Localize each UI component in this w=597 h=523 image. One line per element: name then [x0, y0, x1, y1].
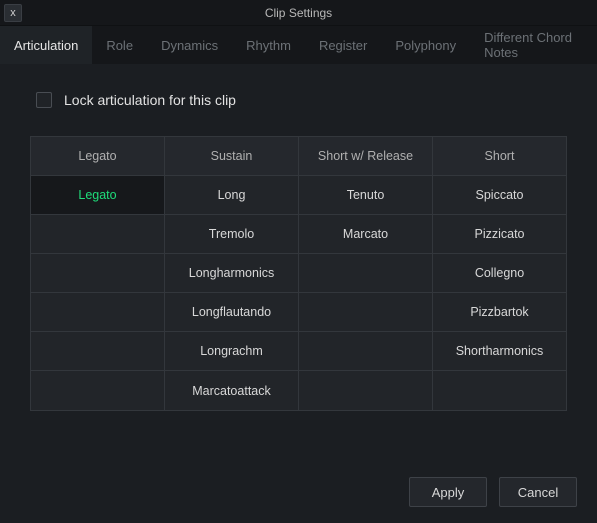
lock-articulation-label: Lock articulation for this clip — [64, 92, 236, 108]
close-icon: x — [10, 7, 16, 19]
window-title: Clip Settings — [265, 6, 332, 20]
tab-role[interactable]: Role — [92, 26, 147, 64]
articulation-cell-empty — [31, 332, 165, 370]
grid-row: Marcatoattack — [31, 371, 566, 410]
grid-row: TremoloMarcatoPizzicato — [31, 215, 566, 254]
articulation-cell[interactable]: Longharmonics — [165, 254, 299, 292]
tab-content-articulation: Lock articulation for this clip LegatoSu… — [0, 64, 597, 411]
cancel-button[interactable]: Cancel — [499, 477, 577, 507]
dialog-footer: Apply Cancel — [409, 477, 577, 507]
tab-dynamics[interactable]: Dynamics — [147, 26, 232, 64]
articulation-cell[interactable]: Legato — [31, 176, 165, 214]
articulation-cell[interactable]: Pizzicato — [433, 215, 566, 253]
articulation-cell[interactable]: Longrachm — [165, 332, 299, 370]
articulation-grid: LegatoSustainShort w/ ReleaseShortLegato… — [30, 136, 567, 411]
tab-articulation[interactable]: Articulation — [0, 26, 92, 64]
grid-header-cell: Short w/ Release — [299, 137, 433, 175]
tab-rhythm[interactable]: Rhythm — [232, 26, 305, 64]
articulation-cell-empty — [299, 371, 433, 410]
articulation-cell[interactable]: Marcatoattack — [165, 371, 299, 410]
tab-register[interactable]: Register — [305, 26, 381, 64]
tab-polyphony[interactable]: Polyphony — [381, 26, 470, 64]
articulation-cell-empty — [433, 371, 566, 410]
articulation-cell-empty — [31, 215, 165, 253]
articulation-cell[interactable]: Tenuto — [299, 176, 433, 214]
close-button[interactable]: x — [4, 4, 22, 22]
apply-button[interactable]: Apply — [409, 477, 487, 507]
grid-row: Longflautando Pizzbartok — [31, 293, 566, 332]
lock-articulation-checkbox[interactable] — [36, 92, 52, 108]
articulation-cell-empty — [299, 254, 433, 292]
articulation-cell[interactable]: Marcato — [299, 215, 433, 253]
articulation-cell[interactable]: Collegno — [433, 254, 566, 292]
articulation-cell-empty — [299, 332, 433, 370]
articulation-cell[interactable]: Tremolo — [165, 215, 299, 253]
articulation-cell[interactable]: Shortharmonics — [433, 332, 566, 370]
grid-row: Longharmonics Collegno — [31, 254, 566, 293]
articulation-cell-empty — [31, 293, 165, 331]
articulation-cell[interactable]: Spiccato — [433, 176, 566, 214]
articulation-cell-empty — [31, 371, 165, 410]
grid-header-cell: Short — [433, 137, 566, 175]
tab-different-chord-notes[interactable]: Different Chord Notes — [470, 26, 597, 64]
grid-header-cell: Sustain — [165, 137, 299, 175]
grid-row: LegatoLongTenutoSpiccato — [31, 176, 566, 215]
grid-row: Longrachm Shortharmonics — [31, 332, 566, 371]
lock-articulation-row: Lock articulation for this clip — [36, 92, 567, 108]
articulation-cell[interactable]: Pizzbartok — [433, 293, 566, 331]
articulation-cell-empty — [31, 254, 165, 292]
articulation-cell-empty — [299, 293, 433, 331]
grid-header-row: LegatoSustainShort w/ ReleaseShort — [31, 137, 566, 176]
grid-header-cell: Legato — [31, 137, 165, 175]
title-bar: x Clip Settings — [0, 0, 597, 26]
articulation-cell[interactable]: Longflautando — [165, 293, 299, 331]
tab-bar: ArticulationRoleDynamicsRhythmRegisterPo… — [0, 26, 597, 64]
articulation-cell[interactable]: Long — [165, 176, 299, 214]
